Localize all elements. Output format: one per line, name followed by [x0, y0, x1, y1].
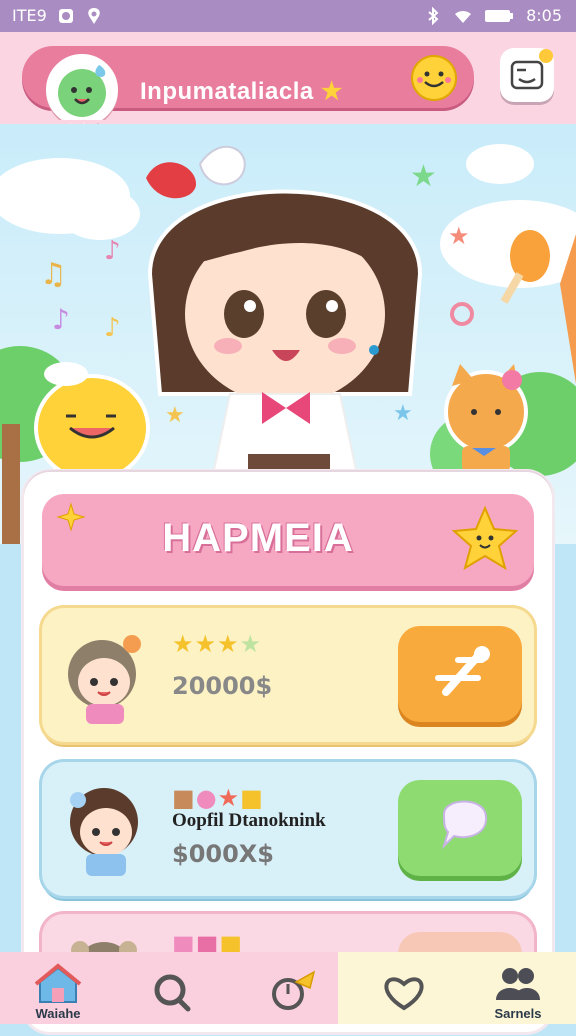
character-girl-avatar-icon: [68, 635, 141, 724]
people-icon: [496, 968, 540, 1000]
rating-stars: ★★★★: [172, 630, 262, 658]
chest-icon: ■: [172, 784, 196, 812]
bow-arrow-icon: [435, 646, 490, 696]
search-icon: [154, 974, 191, 1012]
tab-favorites[interactable]: [364, 960, 444, 1020]
notification-icon: [58, 8, 73, 23]
status-left-text: ITE9: [12, 6, 47, 25]
bluetooth-icon: [428, 6, 439, 25]
app-title-text: Inpumataliacla: [140, 78, 314, 105]
music-note-icon: ♪: [104, 236, 121, 266]
banner[interactable]: HAPMEIA: [42, 494, 534, 586]
status-time: 8:05: [526, 6, 562, 25]
music-note-icon: ♫: [40, 257, 67, 292]
rating-stars-text: ★★★: [172, 630, 240, 658]
item-value: $000X$: [172, 840, 274, 868]
menu-face-icon: [510, 49, 553, 90]
location-icon: [88, 7, 100, 24]
green-blob-avatar-icon: [58, 65, 106, 117]
timer-icon: [272, 970, 316, 1010]
app-title: Inpumataliacla ★: [140, 77, 343, 106]
avatar[interactable]: [46, 54, 118, 126]
tab-activity[interactable]: [250, 960, 330, 1020]
menu-button[interactable]: [500, 48, 554, 102]
tab-home[interactable]: Waiahe: [18, 960, 98, 1021]
star-icon: ★: [448, 222, 470, 250]
banner-title: HAPMEIA: [162, 516, 354, 560]
profile-pill[interactable]: Inpumataliacla ★: [22, 46, 474, 126]
music-note-icon: ♪: [52, 303, 70, 336]
heart-icon: ●: [195, 784, 218, 812]
top-bar: Inpumataliacla ★: [0, 32, 576, 134]
star-icon: ★: [410, 159, 437, 194]
item-name: Oopfil Dtanoknink: [172, 810, 326, 831]
battery-icon: [485, 9, 514, 22]
bottom-tab-bar: Waiahe Sarnels: [0, 952, 576, 1024]
tab-friends-label: Sarnels: [494, 1006, 542, 1021]
speech-bubble-icon: [441, 800, 488, 850]
tab-home-label: Waiahe: [35, 1006, 81, 1021]
action-button[interactable]: [398, 780, 522, 876]
heart-icon: [384, 977, 424, 1011]
tab-friends[interactable]: Sarnels: [478, 960, 558, 1021]
smiley-face-icon[interactable]: [406, 52, 464, 102]
wifi-icon: [455, 10, 472, 23]
action-button[interactable]: [398, 626, 522, 722]
smiling-star-icon: [451, 505, 519, 571]
status-bar: ITE9 8:05: [0, 0, 576, 32]
star-icon: ★: [217, 784, 241, 812]
music-note-icon: ♪: [104, 313, 121, 343]
star-icon: ★: [165, 403, 185, 428]
item-badges: ■●★■: [172, 784, 264, 812]
cookie-icon: ■: [240, 784, 264, 812]
list-item[interactable]: ■●★■ Oopfil Dtanoknink $000X$: [42, 762, 534, 896]
tab-search[interactable]: [132, 960, 212, 1020]
list-item[interactable]: ★★★★ 20000$: [42, 608, 534, 742]
star-icon: ★: [320, 78, 343, 105]
star-icon: ★: [393, 401, 413, 426]
star-icon: ★: [239, 630, 263, 658]
item-value: 20000$: [172, 672, 273, 700]
house-icon: [34, 963, 82, 1003]
character-boy-avatar-icon: [70, 788, 138, 876]
